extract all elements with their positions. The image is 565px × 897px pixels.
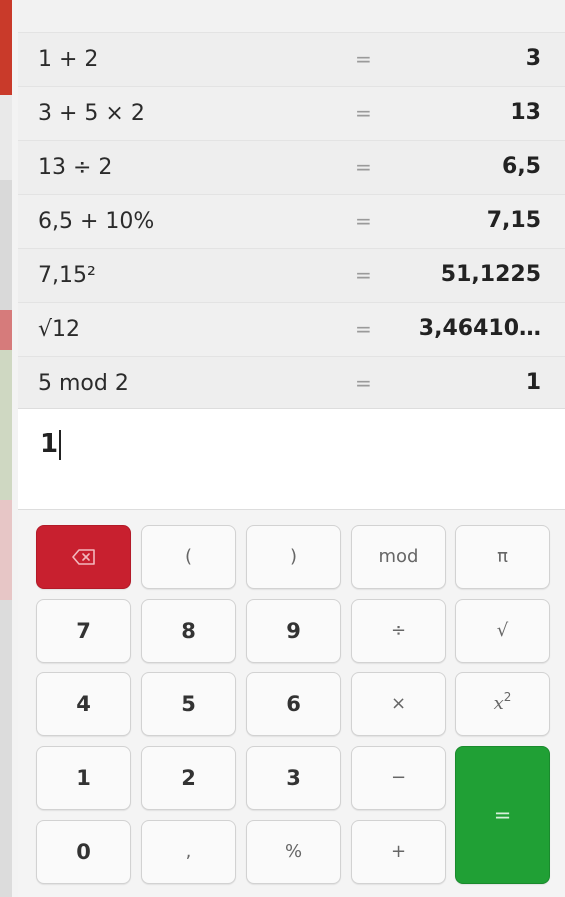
- mod-button[interactable]: mod: [351, 525, 446, 589]
- add-button[interactable]: +: [351, 820, 446, 884]
- history-equals-sign: =: [355, 263, 372, 287]
- history-expression: √12: [38, 317, 81, 342]
- multiply-button[interactable]: ×: [351, 672, 446, 736]
- digit-7-button[interactable]: 7: [36, 599, 131, 663]
- keypad: ( ) mod π 7 8 9 ÷ √ 4 5 6 × x2 1 2 3 − =: [18, 510, 565, 897]
- digit-1-button[interactable]: 1: [36, 746, 131, 810]
- digit-5-button[interactable]: 5: [141, 672, 236, 736]
- history-equals-sign: =: [355, 209, 372, 233]
- history-result: 3,46410…: [418, 316, 541, 341]
- expression-input-text: 1: [40, 429, 62, 460]
- history-expression: 1 + 2: [38, 47, 99, 72]
- square-exponent-label: 2: [503, 690, 512, 704]
- history-expression: 6,5 + 10%: [38, 209, 155, 234]
- divide-button[interactable]: ÷: [351, 599, 446, 663]
- backspace-icon: [71, 527, 96, 589]
- percent-button[interactable]: %: [246, 820, 341, 884]
- history-result: 13: [510, 100, 541, 125]
- history-equals-sign: =: [355, 371, 372, 395]
- square-base-label: x: [493, 693, 504, 714]
- history-result: 6,5: [502, 154, 541, 179]
- digit-3-button[interactable]: 3: [246, 746, 341, 810]
- history-result: 3: [525, 46, 541, 71]
- background-window-edge: [0, 0, 12, 897]
- close-parenthesis-button[interactable]: ): [246, 525, 341, 589]
- history-row[interactable]: 1 + 2 = 3: [18, 32, 565, 87]
- decimal-separator-button[interactable]: ,: [141, 820, 236, 884]
- history-equals-sign: =: [355, 317, 372, 341]
- history-list: 1 + 2 = 3 3 + 5 × 2 = 13 13 ÷ 2 = 6,5 6,…: [18, 32, 565, 411]
- digit-8-button[interactable]: 8: [141, 599, 236, 663]
- history-row[interactable]: √12 = 3,46410…: [18, 302, 565, 357]
- square-button[interactable]: x2: [455, 672, 550, 736]
- history-result: 1: [525, 370, 541, 395]
- history-expression: 7,15²: [38, 263, 96, 288]
- digit-0-button[interactable]: 0: [36, 820, 131, 884]
- digit-6-button[interactable]: 6: [246, 672, 341, 736]
- open-parenthesis-button[interactable]: (: [141, 525, 236, 589]
- digit-4-button[interactable]: 4: [36, 672, 131, 736]
- calculator-window: 1 + 2 = 3 3 + 5 × 2 = 13 13 ÷ 2 = 6,5 6,…: [18, 0, 565, 897]
- expression-input[interactable]: 1: [18, 408, 565, 510]
- text-caret: [59, 429, 62, 460]
- expression-input-value: 1: [40, 429, 59, 459]
- history-expression: 5 mod 2: [38, 371, 129, 396]
- history-equals-sign: =: [355, 101, 372, 125]
- history-expression: 3 + 5 × 2: [38, 101, 145, 126]
- delete-button[interactable]: [36, 525, 131, 589]
- history-expression: 13 ÷ 2: [38, 155, 113, 180]
- history-result: 51,1225: [440, 262, 541, 287]
- history-row[interactable]: 3 + 5 × 2 = 13: [18, 86, 565, 141]
- screen: 1 + 2 = 3 3 + 5 × 2 = 13 13 ÷ 2 = 6,5 6,…: [0, 0, 565, 897]
- history-row[interactable]: 6,5 + 10% = 7,15: [18, 194, 565, 249]
- history-equals-sign: =: [355, 155, 372, 179]
- pi-button[interactable]: π: [455, 525, 550, 589]
- history-equals-sign: =: [355, 47, 372, 71]
- history-row[interactable]: 13 ÷ 2 = 6,5: [18, 140, 565, 195]
- history-row[interactable]: 7,15² = 51,1225: [18, 248, 565, 303]
- history-row[interactable]: 5 mod 2 = 1: [18, 356, 565, 411]
- history-result: 7,15: [486, 208, 541, 233]
- digit-2-button[interactable]: 2: [141, 746, 236, 810]
- digit-9-button[interactable]: 9: [246, 599, 341, 663]
- square-root-button[interactable]: √: [455, 599, 550, 663]
- equals-button[interactable]: =: [455, 746, 550, 884]
- subtract-button[interactable]: −: [351, 746, 446, 810]
